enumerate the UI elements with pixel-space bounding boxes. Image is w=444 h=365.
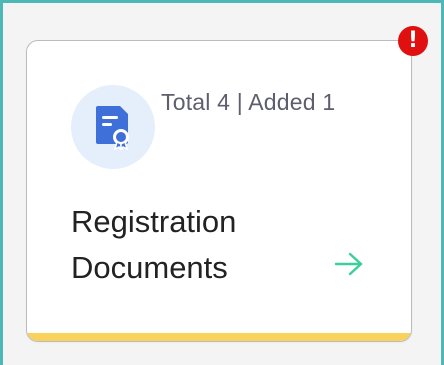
card-icon-container xyxy=(71,85,155,169)
alert-badge: ! xyxy=(398,26,428,56)
registration-documents-card[interactable]: Total 4 | Added 1 Registration Documents xyxy=(26,40,412,342)
card-accent-bar xyxy=(27,333,411,341)
alert-icon: ! xyxy=(407,28,419,53)
document-count-text: Total 4 | Added 1 xyxy=(161,89,336,115)
certificate-document-icon xyxy=(96,106,129,150)
arrow-right-icon[interactable] xyxy=(333,249,365,279)
card-title: Registration Documents xyxy=(71,204,237,285)
